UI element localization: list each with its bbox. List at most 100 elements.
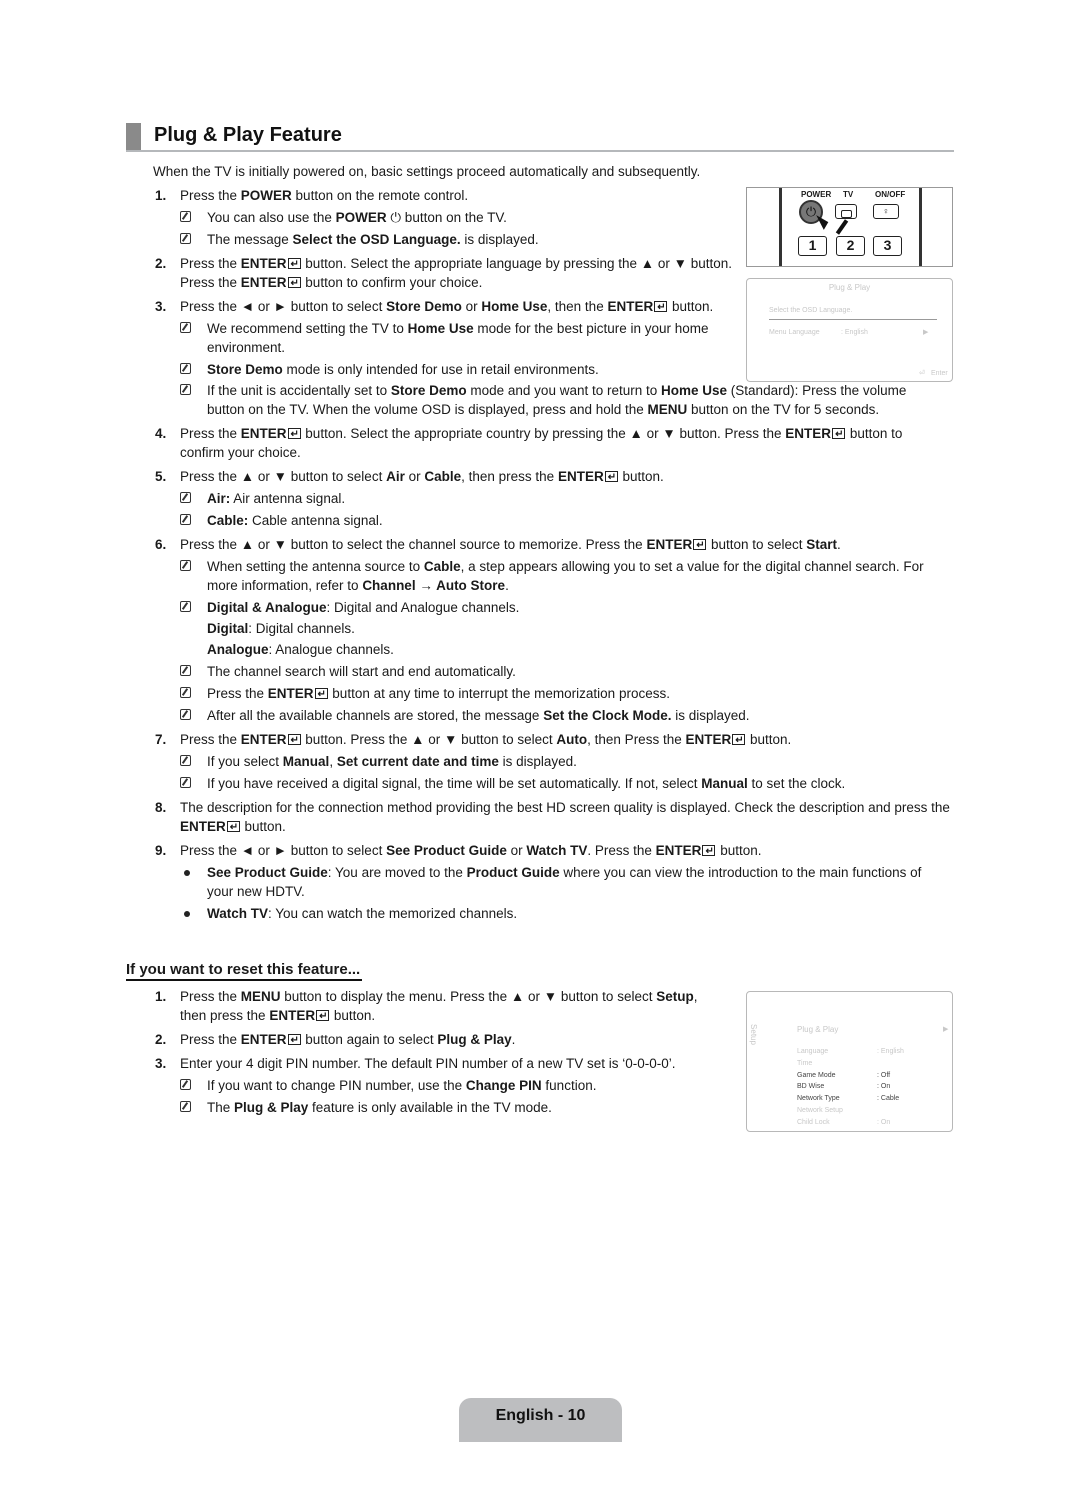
enter-icon (287, 1031, 301, 1050)
step-text: Press the ENTER button again to select P… (180, 1030, 715, 1050)
osd-side-label: Setup (748, 1024, 758, 1045)
note: If you select Manual, Set current date a… (180, 752, 915, 771)
bullet-item: Watch TV: You can watch the memorized ch… (180, 904, 915, 923)
step-number: 3. (155, 299, 167, 314)
step-number: 8. (155, 800, 167, 815)
bullet-icon (184, 870, 190, 876)
step-number: 9. (155, 843, 167, 858)
step-number: 6. (155, 537, 167, 552)
note-text: Press the ENTER button at any time to in… (207, 684, 915, 704)
note-icon (180, 514, 191, 525)
note: The Plug & Play feature is only availabl… (180, 1098, 715, 1117)
note: If you want to change PIN number, use th… (180, 1076, 715, 1095)
enter-icon (604, 468, 618, 487)
bulb-icon: ♀ (873, 204, 899, 219)
step-9: 9. Press the ◄ or ► button to select See … (155, 841, 915, 861)
osd-setup-item-label: Network Type (797, 1095, 840, 1103)
enter-icon (287, 731, 301, 750)
note-icon (180, 363, 191, 374)
note-text: The Plug & Play feature is only availabl… (207, 1100, 552, 1115)
note-icon (180, 777, 191, 788)
step-7: 7. Press the ENTER button. Press the ▲ or… (155, 730, 915, 750)
note-text: After all the available channels are sto… (207, 708, 750, 723)
section-header: Plug & Play Feature (126, 123, 954, 152)
step-number: 5. (155, 469, 167, 484)
reset-step-1: 1. Press the MENU button to display the m… (155, 987, 715, 1026)
note: When setting the antenna source to Cable… (180, 557, 945, 595)
note-subtext: Digital: Digital channels. (207, 621, 355, 636)
step-number: 1. (155, 989, 167, 1004)
osd-setup-item-label: Child Lock (797, 1118, 830, 1126)
arrow-right-icon: ▶ (943, 1026, 949, 1033)
step-text: Press the ENTER button. Select the appro… (180, 254, 735, 293)
enter-icon (832, 425, 846, 444)
bullet-item: See Product Guide: You are moved to the … (180, 863, 945, 901)
tv-label: TV (843, 190, 854, 199)
key-3: 3 (873, 236, 902, 256)
osd-setup-item-label: BD Wise (797, 1083, 825, 1091)
note: After all the available channels are sto… (180, 706, 915, 725)
note-icon (180, 233, 191, 244)
note-text: Digital & Analogue: Digital and Analogue… (207, 600, 520, 615)
enter-icon (693, 536, 707, 555)
step-number: 7. (155, 732, 167, 747)
steps-block-2: If the unit is accidentally set to Store… (155, 381, 950, 923)
note-icon (180, 755, 191, 766)
step-number: 1. (155, 188, 167, 203)
note: The channel search will start and end au… (180, 662, 915, 681)
step-text: Press the ENTER button. Press the ▲ or ▼… (180, 730, 915, 750)
enter-icon: ⏎ (919, 370, 925, 377)
osd-setup-item-value: : English (877, 1048, 904, 1055)
osd-setup-item-value: : Off (877, 1071, 891, 1079)
note: You can also use the POWER ⏻ button on t… (180, 208, 735, 227)
step-text: Press the ENTER button. Select the appro… (180, 424, 945, 462)
osd-prompt: Select the OSD Language. (769, 307, 853, 314)
enter-icon (287, 425, 301, 444)
note-text: Cable: Cable antenna signal. (207, 513, 383, 528)
key-2: 2 (836, 236, 865, 256)
bullet-text: See Product Guide: You are moved to the … (207, 865, 922, 899)
note: Store Demo mode is only intended for use… (180, 360, 735, 379)
step-4: 4. Press the ENTER button. Select the app… (155, 424, 945, 462)
osd-setup-item-label: Network Setup (797, 1107, 843, 1114)
reset-step-3: 3. Enter your 4 digit PIN number. The def… (155, 1054, 735, 1073)
note-text: We recommend setting the TV to Home Use … (207, 321, 709, 355)
step-number: 2. (155, 256, 167, 271)
note-text: Store Demo mode is only intended for use… (207, 362, 599, 377)
osd-title: Plug & Play (828, 283, 871, 292)
note-text: Air: Air antenna signal. (207, 491, 346, 506)
enter-icon (314, 685, 328, 704)
osd-language-screen: Plug & Play Select the OSD Language. Men… (746, 278, 953, 382)
remote-edge-left (779, 188, 782, 266)
page-footer-tab: English - 10 (459, 1398, 622, 1442)
page-title: Plug & Play Feature (154, 124, 342, 146)
osd-setup-item-value: : On (877, 1118, 891, 1126)
note-text: If you select Manual, Set current date a… (207, 754, 577, 769)
step-text: Press the MENU button to display the men… (180, 987, 715, 1026)
osd-setup-item-label: Game Mode (797, 1071, 836, 1079)
arrow-right-icon: ▶ (923, 329, 929, 336)
step-3: 3. Press the ◄ or ► button to select Stor… (155, 297, 755, 317)
step-6: 6. Press the ▲ or ▼ button to select the … (155, 535, 945, 555)
note-text: You can also use the POWER ⏻ button on t… (207, 210, 507, 225)
note-text: The channel search will start and end au… (207, 664, 516, 679)
step-number: 2. (155, 1032, 167, 1047)
tv-button (835, 204, 857, 219)
note-icon (180, 665, 191, 676)
step-8: 8. The description for the connection met… (155, 798, 950, 837)
step-number: 4. (155, 426, 167, 441)
enter-icon (287, 274, 301, 293)
step-5: 5. Press the ▲ or ▼ button to select Air … (155, 467, 915, 487)
page-number: English - 10 (495, 1407, 586, 1424)
note-text: If the unit is accidentally set to Store… (207, 383, 907, 417)
remote-edge-right (919, 188, 922, 266)
intro-text: When the TV is initially powered on, bas… (153, 164, 701, 179)
note: We recommend setting the TV to Home Use … (180, 319, 735, 357)
step-text: Enter your 4 digit PIN number. The defau… (180, 1056, 676, 1071)
pointer-line (835, 219, 849, 235)
onoff-label: ON/OFF (875, 190, 906, 199)
note-icon (180, 1079, 191, 1090)
note-icon (180, 1101, 191, 1112)
note: Air: Air antenna signal. (180, 489, 915, 508)
bullet-text: Watch TV: You can watch the memorized ch… (207, 906, 518, 921)
